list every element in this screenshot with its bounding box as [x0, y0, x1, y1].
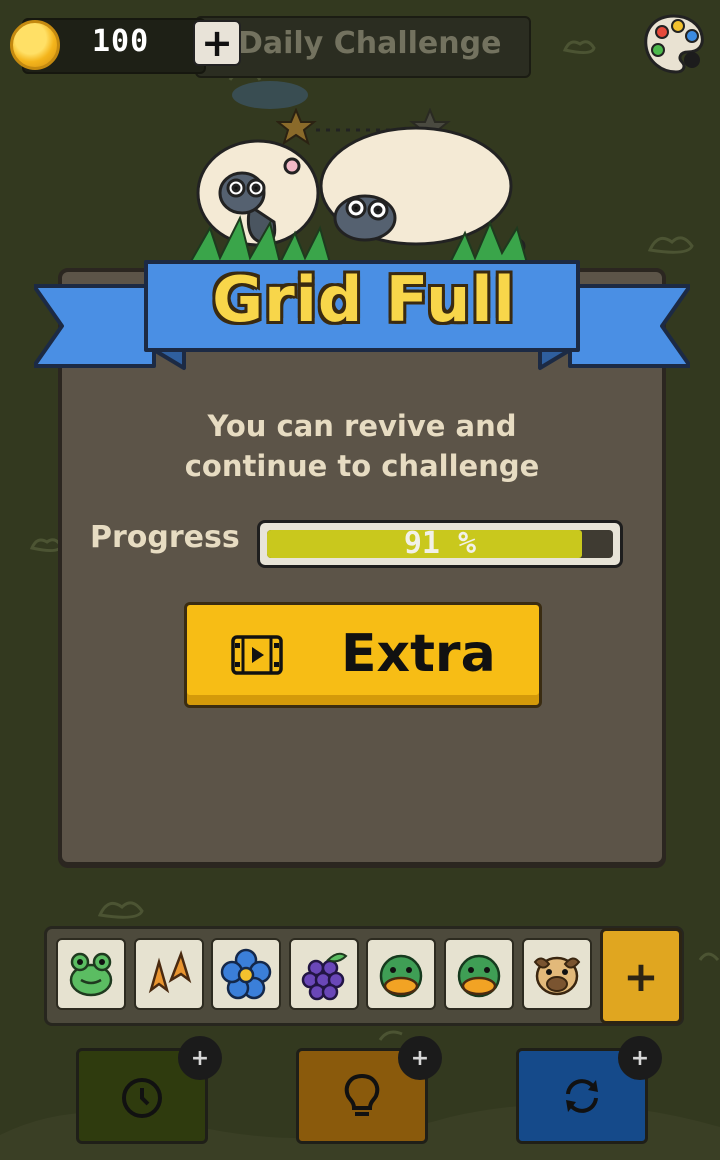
progress-bar: 91 % [257, 520, 623, 568]
message-line-2: continue to challenge [184, 449, 540, 483]
tile-duck-feet[interactable] [134, 938, 204, 1010]
add-coins-button[interactable]: + [193, 20, 241, 66]
message-line-1: You can revive and [207, 409, 517, 443]
clock-icon [122, 1078, 162, 1118]
extra-button[interactable]: Extra [184, 602, 542, 708]
sheep-illustration [188, 126, 529, 264]
coin-icon [10, 20, 60, 70]
tile-flower[interactable] [211, 938, 281, 1010]
palette-icon[interactable] [640, 10, 708, 78]
duck-feet-icon [148, 950, 192, 994]
frog-icon [69, 952, 113, 997]
revive-message: You can revive and continue to challenge [120, 406, 604, 486]
coin-count: 100 [92, 24, 150, 59]
flower-icon [220, 948, 272, 1000]
tile-duck[interactable] [444, 938, 514, 1010]
lightbulb-icon [344, 1073, 380, 1116]
grapes-icon [301, 952, 348, 1001]
progress-text: 91 % [403, 526, 477, 561]
daily-challenge-label: Daily Challenge [238, 26, 502, 61]
dog-icon [533, 956, 581, 996]
tool-badge: + [178, 1036, 222, 1080]
tool-badge: + [398, 1036, 442, 1080]
duck-icon [457, 954, 501, 998]
progress-label: Progress [90, 520, 240, 555]
duck-icon [379, 954, 423, 998]
tile-frog[interactable] [56, 938, 126, 1010]
video-icon [231, 635, 283, 675]
tile-dog[interactable] [522, 938, 592, 1010]
top-bar: Daily Challenge 100 + [0, 0, 720, 90]
extra-button-label: Extra [341, 624, 496, 684]
dialog-title: Grid Full [212, 263, 516, 336]
tool-badge: + [618, 1036, 662, 1080]
tile-duck[interactable] [366, 938, 436, 1010]
shuffle-icon [566, 1079, 598, 1113]
tray-add-button[interactable]: + [600, 928, 682, 1024]
tile-grapes[interactable] [289, 938, 359, 1010]
